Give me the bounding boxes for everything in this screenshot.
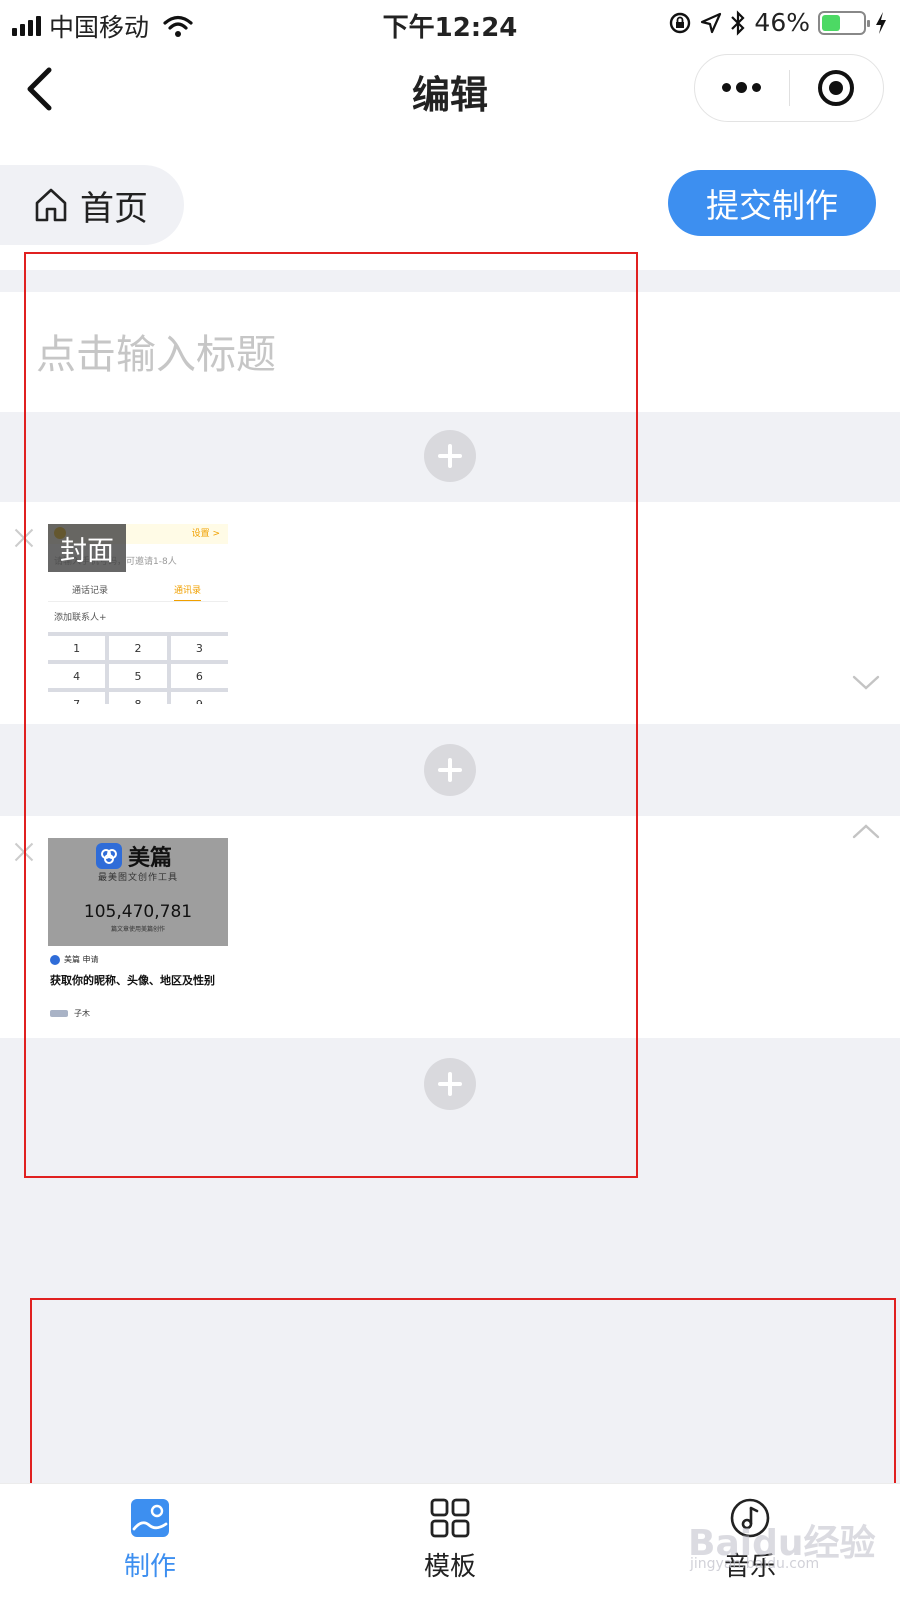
battery-icon [818, 10, 870, 35]
thumb-key: 5 [109, 664, 167, 688]
content-block[interactable]: 美篇 最美图文创作工具 105,470,781 篇文章使用美篇创作 美篇 申请 … [0, 816, 900, 1038]
home-icon [35, 188, 67, 222]
location-icon [701, 12, 722, 33]
thumb-key: 9 [170, 692, 228, 704]
mini-program-capsule [694, 54, 884, 122]
nav-bar: 编辑 [0, 46, 900, 130]
close-icon[interactable] [14, 842, 34, 862]
meipian-small-icon [50, 954, 60, 965]
block-thumbnail[interactable]: 美篇 最美图文创作工具 105,470,781 篇文章使用美篇创作 美篇 申请 … [48, 838, 228, 1024]
close-icon[interactable] [14, 528, 34, 548]
carrier-name: 中国移动 [49, 13, 150, 42]
thumb-key: 7 [48, 692, 106, 704]
tab-templates-label: 模板 [423, 1552, 476, 1582]
avatar [50, 1010, 68, 1017]
thumb-tagline: 最美图文创作工具 [97, 873, 178, 883]
thumb-key: 8 [109, 692, 167, 704]
battery-percent: 46% [754, 8, 810, 37]
thumb-app-logo: 美篇 [96, 840, 172, 872]
thumb-tabs: 通话记录 通讯录 [48, 578, 228, 602]
thumb-brand-row: 美篇 申请 [50, 954, 99, 965]
thumb-key: 3 [170, 636, 228, 660]
grid-icon [430, 1498, 470, 1538]
thumb-app-header: 美篇 最美图文创作工具 105,470,781 篇文章使用美篇创作 [48, 838, 228, 946]
thumb-user-name: 子木 [74, 1009, 90, 1018]
thumb-tab-call-log: 通话记录 [72, 586, 109, 596]
cover-badge: 封面 [48, 524, 126, 572]
thumb-permission-request: 获取你的昵称、头像、地区及性别 [50, 974, 215, 987]
thumb-add-contact: 添加联系人+ [54, 613, 107, 623]
thumb-key: 1 [48, 636, 106, 660]
bluetooth-icon [731, 9, 745, 36]
block-thumbnail[interactable]: 设置 > 请输入手机号码，可邀请1-8人 通话记录 通讯录 添加联系人+ 1 2… [48, 524, 228, 704]
thumb-key: 6 [170, 664, 228, 688]
thumb-tab-contacts: 通讯录 [174, 583, 202, 601]
close-mini-program-button[interactable] [790, 55, 884, 121]
meipian-logo-icon [96, 843, 122, 869]
image-icon [131, 1499, 169, 1537]
home-label: 首页 [80, 188, 148, 229]
rotation-lock-icon [670, 12, 691, 33]
chevron-down-icon[interactable] [852, 668, 880, 696]
thumb-keypad: 1 2 3 4 5 6 7 8 9 [48, 632, 228, 704]
status-bar: 中国移动 下午12:24 46% [0, 0, 900, 46]
charging-bolt-icon [876, 11, 886, 34]
title-input[interactable]: 点击输入标题 [36, 322, 276, 380]
watermark-url: jingyan.baidu.com [690, 1556, 820, 1572]
thumb-key: 4 [48, 664, 106, 688]
title-row[interactable]: 点击输入标题 [0, 292, 900, 412]
tab-make-label: 制作 [123, 1552, 176, 1582]
more-button[interactable] [695, 55, 789, 121]
more-dots-icon [722, 82, 762, 93]
thumb-brand-text: 美篇 申请 [64, 955, 99, 964]
thumb-banner-link: 设置 > [191, 529, 220, 539]
chevron-up-icon[interactable] [852, 818, 880, 846]
status-right: 46% [668, 8, 888, 37]
thumb-key: 2 [109, 636, 167, 660]
chevron-left-icon [27, 67, 52, 111]
target-circle-icon [818, 70, 855, 106]
thumb-counter-caption: 篇文章使用美篇创作 [110, 926, 165, 933]
wifi-icon [163, 15, 193, 37]
thumb-user-row: 子木 [50, 1008, 90, 1019]
submit-button[interactable]: 提交制作 [668, 170, 876, 236]
action-row: 首页 提交制作 [0, 130, 900, 270]
add-block-button[interactable] [424, 1058, 476, 1110]
add-block-button[interactable] [424, 744, 476, 796]
status-left: 中国移动 [12, 8, 193, 44]
tab-make[interactable]: 制作 [90, 1498, 210, 1598]
signal-icon [12, 16, 41, 36]
battery-level [822, 14, 841, 31]
add-block-button[interactable] [424, 430, 476, 482]
content-block[interactable]: 设置 > 请输入手机号码，可邀请1-8人 通话记录 通讯录 添加联系人+ 1 2… [0, 502, 900, 724]
home-button[interactable]: 首页 [0, 165, 184, 245]
thumb-counter: 105,470,781 [83, 902, 193, 922]
thumb-app-name: 美篇 [128, 846, 173, 871]
tab-templates[interactable]: 模板 [390, 1498, 510, 1598]
back-button[interactable] [14, 64, 64, 114]
